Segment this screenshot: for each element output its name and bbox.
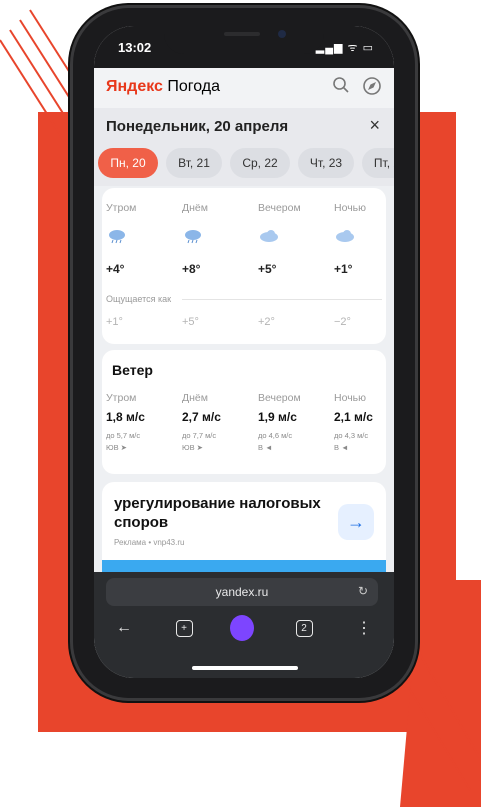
temp-evening: +5° (258, 262, 277, 276)
cloud-icon (336, 230, 354, 242)
url-text: yandex.ru (215, 585, 269, 599)
tab-fri[interactable]: Пт, 2 (362, 148, 394, 178)
arrow-right-icon[interactable]: → (338, 504, 374, 540)
wind-dir-day: ЮВ ➤ (182, 443, 203, 452)
cloud-icon (260, 230, 278, 242)
wind-speed-evening: 1,9 м/с (258, 410, 297, 424)
wind-dir-night: В ◄ (334, 443, 349, 452)
status-time: 13:02 (118, 40, 152, 55)
rain-cloud-icon (185, 230, 201, 244)
tab-tue-21[interactable]: Вт, 21 (166, 148, 222, 178)
home-indicator (192, 666, 298, 670)
new-tab-icon[interactable]: + (172, 616, 196, 640)
temp-night: +1° (334, 262, 353, 276)
day-title: Понедельник, 20 апреля (106, 118, 289, 135)
wind-period-morning: Утром (106, 392, 137, 404)
forecast-card: Утром Днём Вечером Ночью +4° +8° +5° +1°… (102, 188, 386, 344)
tab-thu-23[interactable]: Чт, 23 (298, 148, 354, 178)
search-icon[interactable] (332, 76, 350, 99)
day-header: Понедельник, 20 апреля × (94, 108, 394, 144)
period-evening: Вечером (258, 202, 301, 214)
logo-name: Погода (162, 78, 221, 95)
day-tabs: Пн, 20 Вт, 21 Ср, 22 Чт, 23 Пт, 2 (94, 144, 394, 186)
alice-assistant-button[interactable] (230, 615, 254, 641)
notch (164, 26, 324, 54)
close-icon[interactable]: × (369, 115, 380, 136)
tab-mon-20[interactable]: Пн, 20 (98, 148, 158, 178)
feels-day: +5° (182, 316, 199, 328)
temp-day: +8° (182, 262, 201, 276)
wind-gust-day: до 7,7 м/с (182, 431, 217, 440)
wind-speed-morning: 1,8 м/с (106, 410, 145, 424)
wind-gust-morning: до 5,7 м/с (106, 431, 141, 440)
feels-night: −2° (334, 316, 351, 328)
logo-brand: Яндекс (106, 78, 163, 95)
wind-speed-night: 2,1 м/с (334, 410, 373, 424)
feels-evening: +2° (258, 316, 275, 328)
wind-period-day: Днём (182, 392, 208, 404)
wind-title: Ветер (112, 362, 153, 378)
alice-icon (230, 615, 254, 641)
ad-title: урегулирование налоговых споров (114, 495, 321, 531)
temp-morning: +4° (106, 262, 125, 276)
reload-icon[interactable]: ↻ (358, 584, 368, 598)
app-header: Яндекс Погода (94, 68, 394, 108)
ad-source: Реклама • vnp43.ru (114, 538, 185, 547)
address-bar[interactable]: yandex.ru ↻ (106, 578, 378, 606)
period-night: Ночью (334, 202, 367, 214)
wind-dir-morning: ЮВ ➤ (106, 443, 127, 452)
wind-gust-evening: до 4,6 м/с (258, 431, 293, 440)
browser-toolbar: yandex.ru ↻ ← + 2 ⋮ (94, 572, 394, 678)
compass-icon[interactable] (362, 76, 382, 101)
wind-speed-day: 2,7 м/с (182, 410, 221, 424)
wind-period-evening: Вечером (258, 392, 301, 404)
period-morning: Утром (106, 202, 137, 214)
menu-icon[interactable]: ⋮ (352, 616, 376, 640)
tabs-counter-button[interactable]: 2 (292, 616, 316, 640)
wind-dir-evening: В ◄ (258, 443, 273, 452)
ad-card[interactable]: урегулирование налоговых споров Реклама … (102, 482, 386, 572)
status-icons: ▂▄▆ ᯤ ▭ (315, 42, 374, 54)
feels-like-label: Ощущается как (106, 294, 172, 304)
wind-gust-night: до 4,3 м/с (334, 431, 369, 440)
period-day: Днём (182, 202, 208, 214)
back-icon[interactable]: ← (112, 616, 136, 640)
feels-morning: +1° (106, 316, 123, 328)
wind-period-night: Ночью (334, 392, 367, 404)
ad-banner-stripe (102, 560, 386, 572)
rain-cloud-icon (109, 230, 125, 244)
tab-wed-22[interactable]: Ср, 22 (230, 148, 290, 178)
wind-card: Ветер Утром Днём Вечером Ночью 1,8 м/с 2… (102, 350, 386, 474)
divider (182, 299, 382, 300)
phone-screen: 13:02 ▂▄▆ ᯤ ▭ Яндекс Погода Понедельник,… (94, 26, 394, 678)
yandex-weather-logo[interactable]: Яндекс Погода (106, 78, 220, 96)
